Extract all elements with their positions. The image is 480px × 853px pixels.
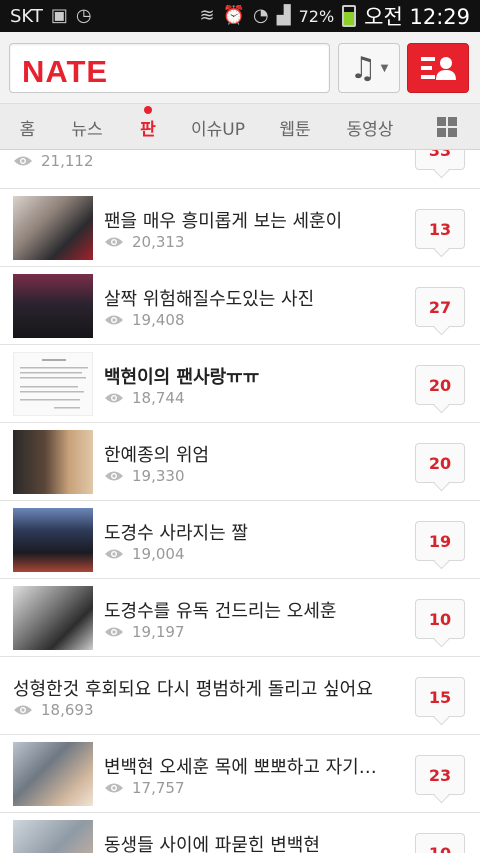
view-count: 19,408 xyxy=(104,311,185,329)
signal-icon: ▟ xyxy=(276,5,291,26)
nav-tabs: 홈 뉴스 판 이슈UP 웹툰 동영상 xyxy=(0,104,480,150)
comment-count-badge[interactable]: 33 xyxy=(415,150,465,170)
search-input[interactable]: NATE xyxy=(9,43,330,93)
vibrate-icon: ≋ xyxy=(199,5,215,26)
active-dot xyxy=(144,106,152,114)
battery-icon xyxy=(342,5,357,27)
text-image xyxy=(20,359,88,409)
gallery-icon: ▣ xyxy=(50,5,68,26)
eye-icon xyxy=(105,471,123,481)
eye-icon xyxy=(105,393,123,403)
post-list: 21,112 33 팬을 매우 흥미롭게 보는 세훈이 20,313 13 살짝… xyxy=(0,150,480,853)
eye-icon xyxy=(105,549,123,559)
tab-home[interactable]: 홈 xyxy=(0,104,55,150)
comment-count-badge[interactable]: 13 xyxy=(415,209,465,249)
list-item[interactable]: 도경수 사라지는 짤 19,004 19 xyxy=(0,501,480,579)
post-thumbnail xyxy=(13,586,93,650)
post-title: 팬을 매우 흥미롭게 보는 세훈이 xyxy=(104,211,343,232)
nate-logo[interactable]: NATE xyxy=(22,54,108,90)
tab-label: 이슈UP xyxy=(191,119,245,140)
caret-down-icon: ▼ xyxy=(380,62,389,74)
comment-count-badge[interactable]: 27 xyxy=(415,287,465,327)
view-count: 20,313 xyxy=(104,233,185,251)
tab-label: 웹툰 xyxy=(279,119,311,140)
post-title: 성형한것 후회되요 다시 평범하게 돌리고 싶어요 xyxy=(13,679,373,700)
tab-label: 뉴스 xyxy=(71,119,103,140)
view-count: 18,744 xyxy=(104,389,185,407)
post-thumbnail xyxy=(13,196,93,260)
list-item[interactable]: 변백현 오세훈 목에 뽀뽀하고 자기… 17,757 23 xyxy=(0,735,480,813)
status-bar: SKT ▣ ◷ ≋ ⏰ ◔ ▟ 72% 오전 12:29 xyxy=(0,0,480,32)
view-count: 19,004 xyxy=(104,545,185,563)
eye-icon xyxy=(14,705,32,715)
tab-label: 동영상 xyxy=(346,119,394,140)
comment-count-badge[interactable]: 20 xyxy=(415,365,465,405)
post-thumbnail xyxy=(13,508,93,572)
post-thumbnail xyxy=(13,742,93,806)
post-title: 도경수를 유독 건드리는 오세훈 xyxy=(104,601,337,622)
list-item[interactable]: 동생들 사이에 파묻힌 변백현 10 xyxy=(0,813,480,853)
post-title: 도경수 사라지는 짤 xyxy=(104,523,248,544)
view-count: 17,757 xyxy=(104,779,185,797)
list-item[interactable]: 한예종의 위엄 19,330 20 xyxy=(0,423,480,501)
carrier-label: SKT xyxy=(10,5,43,27)
comment-count-badge[interactable]: 20 xyxy=(415,443,465,483)
post-title: 살짝 위험해질수도있는 사진 xyxy=(104,289,315,310)
comment-count-badge[interactable]: 10 xyxy=(415,599,465,639)
eye-icon xyxy=(14,156,32,166)
alarm-icon: ⏰ xyxy=(222,5,246,26)
post-thumbnail xyxy=(13,352,93,416)
tab-label: 판 xyxy=(140,119,156,140)
eye-icon xyxy=(105,627,123,637)
post-title: 동생들 사이에 파묻힌 변백현 xyxy=(104,835,320,853)
eye-icon xyxy=(105,783,123,793)
list-item[interactable]: 도경수를 유독 건드리는 오세훈 19,197 10 xyxy=(0,579,480,657)
clock: 오전 12:29 xyxy=(364,5,470,29)
tab-news[interactable]: 뉴스 xyxy=(55,104,119,150)
post-title: 변백현 오세훈 목에 뽀뽀하고 자기… xyxy=(104,757,377,778)
view-count: 21,112 xyxy=(13,152,94,170)
list-item[interactable]: 백현이의 팬사랑ㅠㅠ 18,744 20 xyxy=(0,345,480,423)
tab-issue-up[interactable]: 이슈UP xyxy=(177,104,259,150)
tab-pann[interactable]: 판 xyxy=(119,104,177,150)
list-item[interactable]: 살짝 위험해질수도있는 사진 19,408 27 xyxy=(0,267,480,345)
music-note-icon: ♫ xyxy=(349,50,377,86)
profile-menu-icon xyxy=(421,57,456,80)
list-item[interactable]: 팬을 매우 흥미롭게 보는 세훈이 20,313 13 xyxy=(0,189,480,267)
post-thumbnail xyxy=(13,820,93,853)
music-button[interactable]: ♫ ▼ xyxy=(338,43,400,93)
comment-count-badge[interactable]: 23 xyxy=(415,755,465,795)
profile-menu-button[interactable] xyxy=(407,43,469,93)
eye-icon xyxy=(105,315,123,325)
tab-label: 홈 xyxy=(19,119,36,140)
grid-menu-icon[interactable] xyxy=(437,117,457,137)
comment-count-badge[interactable]: 10 xyxy=(415,833,465,853)
post-thumbnail xyxy=(13,430,93,494)
battery-percent: 72% xyxy=(298,6,335,26)
eye-icon xyxy=(105,237,123,247)
comment-count-badge[interactable]: 15 xyxy=(415,677,465,717)
post-title: 한예종의 위엄 xyxy=(104,445,210,466)
tab-webtoon[interactable]: 웹툰 xyxy=(259,104,331,150)
post-thumbnail xyxy=(13,274,93,338)
tab-video[interactable]: 동영상 xyxy=(331,104,409,150)
post-title: 백현이의 팬사랑ㅠㅠ xyxy=(104,367,260,388)
view-count: 19,330 xyxy=(104,467,185,485)
comment-count-badge[interactable]: 19 xyxy=(415,521,465,561)
app-header: NATE ♫ ▼ xyxy=(0,32,480,104)
list-item[interactable]: 21,112 33 xyxy=(0,150,480,189)
wifi-icon: ◔ xyxy=(253,5,269,26)
list-item[interactable]: 성형한것 후회되요 다시 평범하게 돌리고 싶어요 18,693 15 xyxy=(0,657,480,735)
view-count: 19,197 xyxy=(104,623,185,641)
stopwatch-icon: ◷ xyxy=(75,5,92,26)
view-count: 18,693 xyxy=(13,701,94,719)
